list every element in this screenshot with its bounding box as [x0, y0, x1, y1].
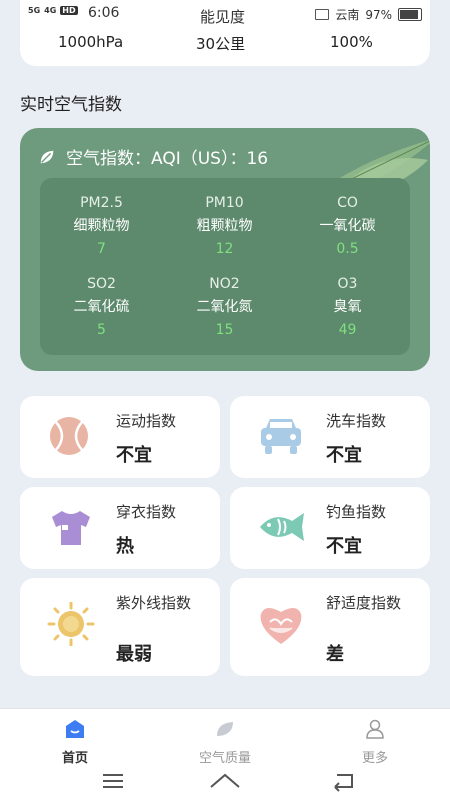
battery-percent: 97% — [365, 7, 392, 22]
pollutant-co: CO 一氧化碳 0.5 — [286, 195, 409, 257]
pollutant-pm10: PM10 粗颗粒物 12 — [163, 195, 286, 257]
pollutant-code: SO2 — [87, 276, 116, 292]
pollutant-name: 一氧化碳 — [319, 218, 376, 234]
battery-icon — [398, 8, 422, 21]
index-value: 不宜 — [116, 445, 152, 466]
menu-icon — [103, 774, 123, 788]
pollutant-name: 二氧化氮 — [196, 299, 253, 315]
index-name: 洗车指数 — [326, 412, 387, 430]
sun-icon — [47, 602, 95, 646]
index-value: 热 — [116, 536, 134, 557]
back-icon — [334, 774, 353, 792]
visibility-value: 30公里 — [196, 35, 246, 53]
aqi-header: 空气指数：AQI（US）：16 — [38, 144, 268, 169]
section-title: 实时空气指数 — [20, 95, 122, 115]
bottom-nav: 首页 空气质量 更多 — [0, 708, 450, 801]
signal-hd: HD — [60, 6, 78, 15]
pollutant-value: 7 — [97, 241, 106, 257]
pollutant-value: 5 — [97, 322, 106, 338]
aqi-pollutant-grid: PM2.5 细颗粒物 7 PM10 粗颗粒物 12 CO 一氧化碳 0.5 SO… — [40, 178, 410, 355]
signal-4g: 4G — [44, 6, 57, 15]
pollutant-code: CO — [337, 195, 358, 211]
index-name: 运动指数 — [116, 412, 177, 430]
aqi-header-text: 空气指数：AQI（US）：16 — [66, 149, 269, 169]
pollutant-no2: NO2 二氧化氮 15 — [163, 276, 286, 338]
index-card-sport[interactable]: 运动指数 不宜 — [20, 396, 220, 478]
index-name: 舒适度指数 — [326, 594, 402, 612]
pollutant-code: PM10 — [205, 195, 244, 211]
tab-more-label: 更多 — [361, 751, 388, 766]
vibrate-icon — [315, 9, 330, 20]
ball-icon — [50, 417, 88, 455]
pollutant-so2: SO2 二氧化硫 5 — [40, 276, 163, 338]
cloud-value: 100% — [330, 33, 373, 51]
pollutant-name: 细颗粒物 — [73, 218, 130, 234]
heart-icon — [260, 607, 302, 644]
pollutant-code: NO2 — [209, 276, 240, 292]
user-icon — [366, 719, 384, 739]
pollutant-value: 0.5 — [336, 241, 359, 257]
pollutant-code: O3 — [337, 276, 358, 292]
index-card-carwash[interactable]: 洗车指数 不宜 — [230, 396, 430, 478]
pollutant-name: 臭氧 — [333, 299, 362, 315]
system-nav-bar — [103, 773, 353, 792]
status-right: 云南 97% — [315, 6, 422, 23]
index-value: 差 — [326, 644, 344, 665]
index-name: 穿衣指数 — [116, 503, 177, 521]
index-value: 最弱 — [116, 644, 152, 665]
tab-home-label: 首页 — [61, 751, 88, 766]
signal-indicators: 5G 4G HD — [28, 6, 78, 15]
pollutant-code: PM2.5 — [80, 195, 123, 211]
tab-more[interactable]: 更多 — [325, 719, 425, 766]
car-icon — [261, 419, 301, 454]
visibility-label: 能见度 — [200, 8, 246, 26]
index-name: 紫外线指数 — [116, 594, 192, 612]
tab-home[interactable]: 首页 — [25, 719, 125, 766]
leaf-tab-icon — [217, 722, 233, 736]
signal-5g: 5G — [28, 6, 41, 15]
home-icon — [66, 720, 84, 738]
index-card-clothing[interactable]: 穿衣指数 热 — [20, 487, 220, 569]
fish-icon — [260, 513, 304, 541]
index-value: 不宜 — [326, 536, 362, 557]
pollutant-o3: O3 臭氧 49 — [286, 276, 409, 338]
pollutant-value: 49 — [338, 322, 357, 338]
pollutant-name: 二氧化硫 — [73, 299, 130, 315]
pollutant-value: 12 — [215, 241, 234, 257]
index-name: 钓鱼指数 — [326, 503, 387, 521]
aqi-card[interactable]: 空气指数：AQI（US）：16 PM2.5 细颗粒物 7 PM10 粗颗粒物 1… — [20, 128, 430, 371]
index-card-uv[interactable]: 紫外线指数 最弱 — [20, 578, 220, 676]
shirt-icon — [52, 511, 90, 545]
index-value: 不宜 — [326, 445, 362, 466]
pollutant-pm25: PM2.5 细颗粒物 7 — [40, 195, 163, 257]
pressure-value: 1000hPa — [58, 33, 124, 51]
index-card-fishing[interactable]: 钓鱼指数 不宜 — [230, 487, 430, 569]
home-button-icon — [210, 773, 240, 788]
tab-air-quality-label: 空气质量 — [198, 751, 251, 766]
pollutant-name: 粗颗粒物 — [196, 218, 253, 234]
pollutant-value: 15 — [215, 322, 234, 338]
index-card-comfort[interactable]: 舒适度指数 差 — [230, 578, 430, 676]
tab-air-quality[interactable]: 空气质量 — [175, 719, 275, 766]
leaf-icon — [40, 150, 54, 163]
